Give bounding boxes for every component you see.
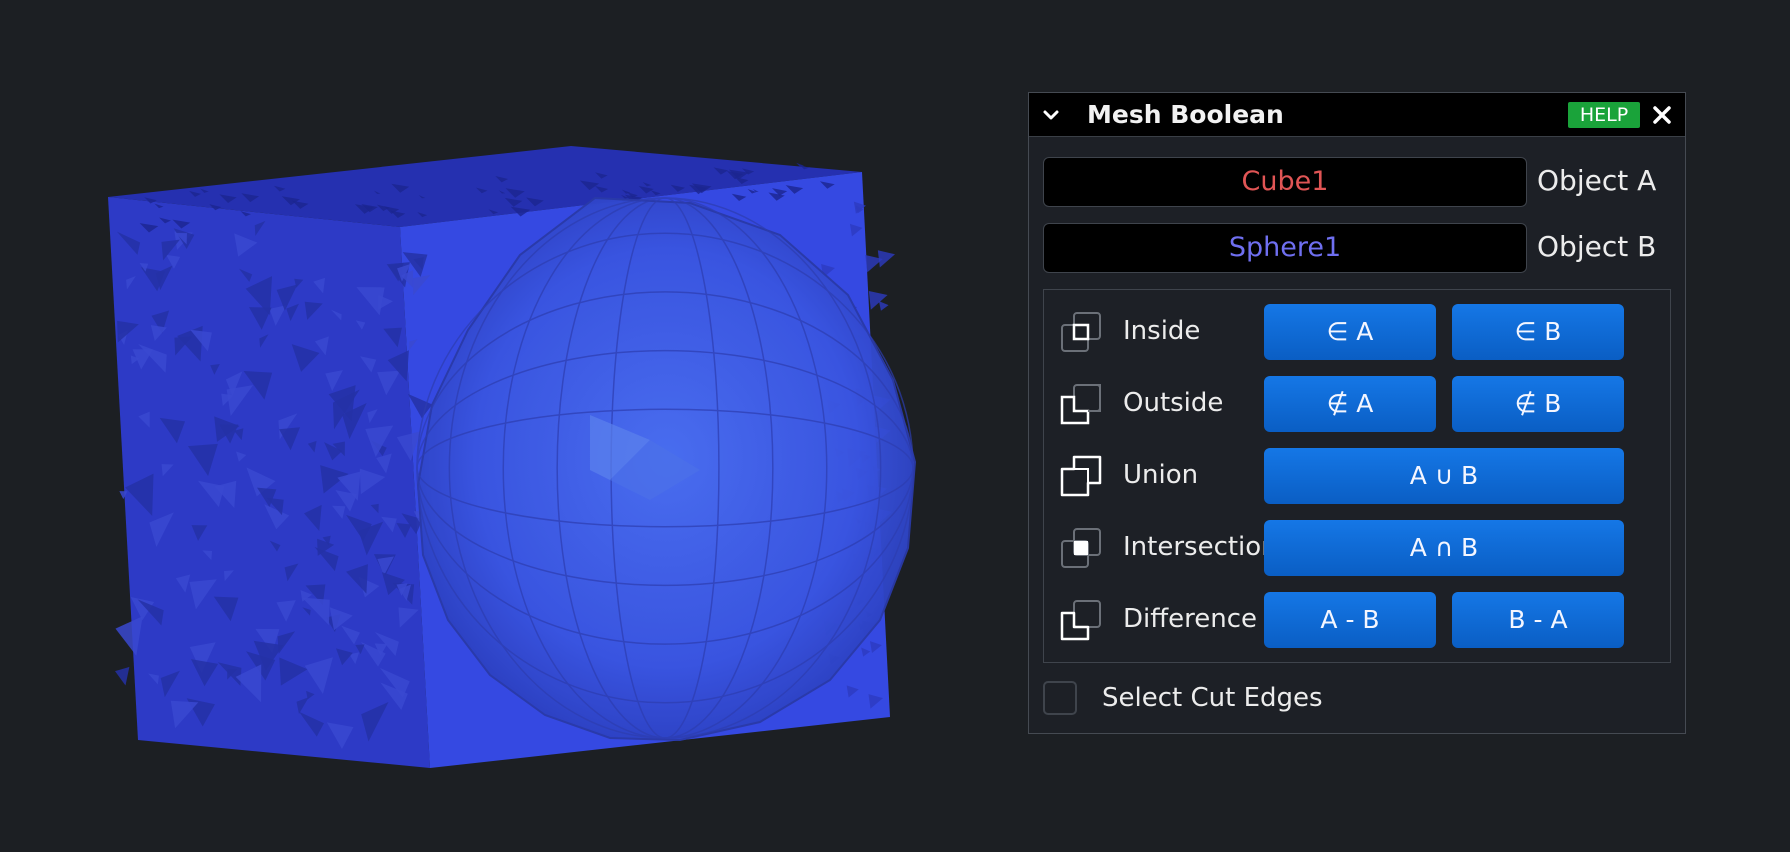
op-label-difference: Difference bbox=[1123, 604, 1258, 634]
difference-a-minus-b-button[interactable]: A - B bbox=[1264, 592, 1436, 648]
object-b-field[interactable]: Sphere1 bbox=[1043, 223, 1527, 273]
panel-header: Mesh Boolean HELP bbox=[1029, 93, 1685, 137]
object-a-label: Object A bbox=[1537, 164, 1657, 197]
difference-b-minus-a-button[interactable]: B - A bbox=[1452, 592, 1624, 648]
app-window: Mesh Boolean HELP Cube1 Object A Sphere1… bbox=[0, 0, 1790, 852]
3d-viewport[interactable] bbox=[0, 0, 1010, 852]
panel-title: Mesh Boolean bbox=[1087, 100, 1284, 129]
inside-icon bbox=[1061, 312, 1101, 352]
select-cut-edges-checkbox[interactable] bbox=[1043, 681, 1077, 715]
op-label-intersection: Intersection bbox=[1123, 532, 1278, 562]
op-label-union: Union bbox=[1123, 460, 1199, 490]
intersection-icon bbox=[1061, 528, 1101, 568]
outside-a-button[interactable]: ∉ A bbox=[1264, 376, 1436, 432]
op-row-difference: Difference A - B B - A bbox=[1044, 592, 1670, 648]
help-button[interactable]: HELP bbox=[1568, 102, 1640, 128]
chevron-down-icon[interactable] bbox=[1041, 105, 1061, 125]
outside-b-button[interactable]: ∉ B bbox=[1452, 376, 1624, 432]
op-row-intersection: Intersection A ∩ B bbox=[1044, 520, 1670, 576]
close-icon[interactable] bbox=[1651, 104, 1673, 126]
op-label-outside: Outside bbox=[1123, 388, 1224, 418]
op-row-outside: Outside ∉ A ∉ B bbox=[1044, 376, 1670, 432]
inside-a-button[interactable]: ∈ A bbox=[1264, 304, 1436, 360]
inside-b-button[interactable]: ∈ B bbox=[1452, 304, 1624, 360]
outside-icon bbox=[1060, 384, 1101, 425]
mesh-boolean-panel: Mesh Boolean HELP Cube1 Object A Sphere1… bbox=[1028, 92, 1686, 734]
object-b-label: Object B bbox=[1537, 230, 1657, 263]
object-a-field[interactable]: Cube1 bbox=[1043, 157, 1527, 207]
op-row-union: Union A ∪ B bbox=[1044, 448, 1670, 504]
op-label-inside: Inside bbox=[1123, 316, 1201, 346]
union-icon bbox=[1060, 455, 1102, 497]
op-row-inside: Inside ∈ A ∈ B bbox=[1044, 304, 1670, 360]
difference-icon bbox=[1060, 600, 1101, 641]
select-cut-edges-label: Select Cut Edges bbox=[1102, 683, 1323, 713]
intersection-button[interactable]: A ∩ B bbox=[1264, 520, 1624, 576]
union-button[interactable]: A ∪ B bbox=[1264, 448, 1624, 504]
boolean-operations-group: Inside ∈ A ∈ B Outside ∉ A ∉ B Union A ∪… bbox=[1043, 289, 1671, 663]
